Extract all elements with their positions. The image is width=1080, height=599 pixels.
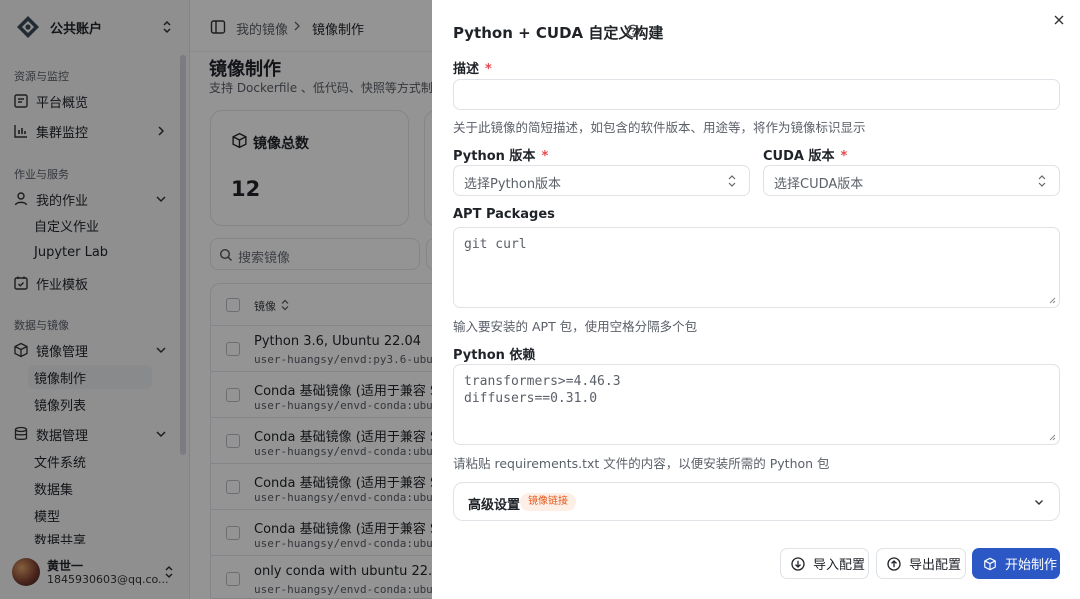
apt-packages-label: APT Packages	[453, 207, 555, 222]
python-deps-placeholder: transformers>=4.46.3 diffusers==0.31.0	[464, 374, 621, 406]
python-deps-textarea[interactable]: transformers>=4.46.3 diffusers==0.31.0	[453, 364, 1060, 445]
python-deps-hint: 请粘贴 requirements.txt 文件的内容，以便安装所需的 Pytho…	[453, 456, 830, 471]
chevrons-up-down-icon	[728, 175, 736, 187]
cuda-version-placeholder: 选择CUDA版本	[774, 177, 864, 192]
import-config-label: 导入配置	[813, 558, 866, 573]
close-icon[interactable]	[1053, 14, 1065, 26]
chevron-down-icon	[1035, 500, 1043, 505]
start-build-label: 开始制作	[1005, 558, 1058, 573]
start-build-button[interactable]: 开始制作	[972, 548, 1060, 579]
python-deps-label: Python 依赖	[453, 348, 536, 363]
package-icon	[984, 557, 996, 570]
required-mark: *	[485, 62, 492, 77]
apt-packages-textarea[interactable]: git curl	[453, 227, 1060, 308]
cuda-version-label: CUDA 版本 *	[763, 149, 848, 164]
python-version-label: Python 版本 *	[453, 149, 549, 164]
resize-handle-icon[interactable]	[1049, 434, 1056, 441]
required-mark: *	[541, 149, 549, 164]
arrow-down-circle-icon	[791, 556, 805, 571]
export-config-label: 导出配置	[909, 558, 962, 573]
image-link-badge: 镜像链接	[520, 493, 576, 511]
description-input[interactable]	[453, 79, 1060, 110]
help-icon[interactable]	[626, 24, 640, 38]
description-label: 描述 *	[453, 62, 492, 77]
description-hint: 关于此镜像的简短描述，如包含的软件版本、用途等，将作为镜像标识显示	[453, 120, 866, 135]
python-version-select[interactable]: 选择Python版本	[453, 165, 750, 196]
chevrons-up-down-icon	[1038, 175, 1046, 187]
export-config-button[interactable]: 导出配置	[876, 548, 966, 579]
apt-packages-placeholder: git curl	[464, 237, 527, 252]
arrow-up-circle-icon	[887, 556, 901, 571]
python-version-placeholder: 选择Python版本	[464, 177, 562, 192]
advanced-settings-toggle[interactable]: 高级设置 镜像链接	[453, 482, 1060, 521]
advanced-settings-label: 高级设置	[468, 498, 521, 513]
required-mark: *	[840, 149, 848, 164]
cuda-version-select[interactable]: 选择CUDA版本	[763, 165, 1060, 196]
resize-handle-icon[interactable]	[1049, 297, 1056, 304]
build-drawer: Python + CUDA 自定义构建 描述 * 关于此镜像的简短描述，如包含的软…	[432, 0, 1080, 599]
import-config-button[interactable]: 导入配置	[780, 548, 869, 579]
apt-packages-hint: 输入要安装的 APT 包，使用空格分隔多个包	[453, 319, 698, 334]
modal-overlay[interactable]	[0, 0, 432, 599]
